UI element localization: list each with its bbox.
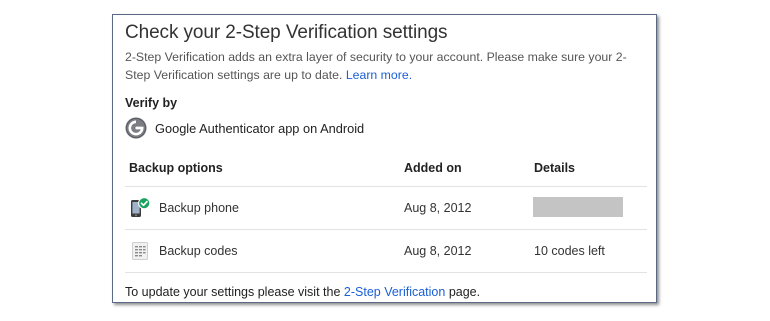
backup-codes-details: 10 codes left — [534, 244, 605, 258]
table-row-backup-codes: Backup codes Aug 8, 2012 10 codes left — [125, 230, 647, 273]
header-backup-options: Backup options — [129, 161, 223, 175]
footer-before: To update your settings please visit the — [125, 285, 341, 299]
backup-options-table: Backup options Added on Details Backup p… — [125, 152, 647, 273]
header-added-on: Added on — [404, 161, 462, 175]
google-authenticator-icon — [125, 117, 147, 139]
table-row-backup-phone: Backup phone Aug 8, 2012 — [125, 187, 647, 230]
verify-method-label: Google Authenticator app on Android — [155, 120, 365, 136]
learn-more-link[interactable]: Learn more. — [346, 68, 412, 82]
redacted-phone-details — [533, 197, 623, 217]
verify-by-label: Verify by — [125, 96, 178, 110]
backup-codes-added: Aug 8, 2012 — [404, 244, 472, 258]
backup-phone-label: Backup phone — [159, 201, 239, 215]
footer-text: To update your settings please visit the… — [125, 285, 480, 299]
verify-method: Google Authenticator app on Android — [125, 117, 364, 139]
verification-card: Check your 2-Step Verification settings … — [112, 14, 657, 303]
phone-check-icon — [131, 197, 151, 217]
backup-codes-label: Backup codes — [159, 244, 238, 258]
intro-text: 2-Step Verification adds an extra layer … — [125, 48, 645, 84]
header-details: Details — [534, 161, 575, 175]
table-header: Backup options Added on Details — [125, 152, 647, 187]
card-title: Check your 2-Step Verification settings — [125, 22, 448, 43]
footer-after: page. — [448, 285, 481, 299]
two-step-verification-link[interactable]: 2-Step Verification — [344, 285, 445, 299]
backup-phone-added: Aug 8, 2012 — [404, 201, 472, 215]
codes-icon — [132, 242, 148, 260]
